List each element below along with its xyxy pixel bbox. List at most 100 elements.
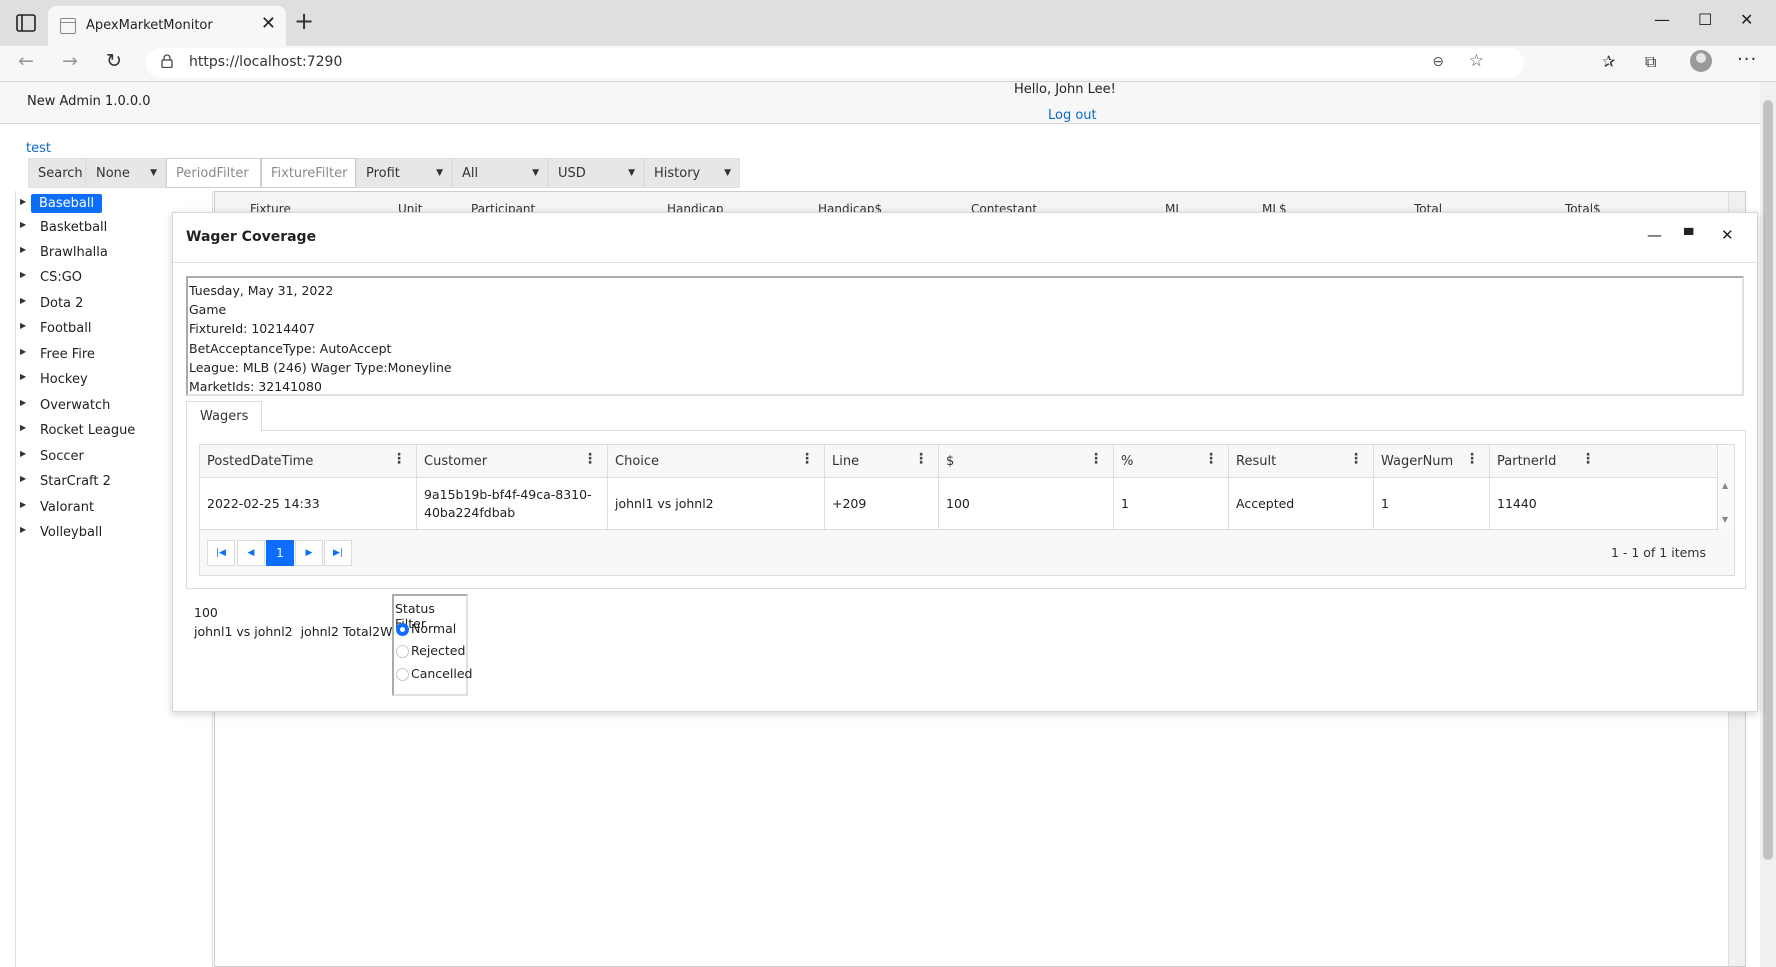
lock-icon[interactable] bbox=[161, 54, 173, 68]
caret-right-icon[interactable]: ▶ bbox=[20, 500, 26, 509]
forward-icon[interactable]: → bbox=[62, 50, 78, 72]
info-line: Tuesday, May 31, 2022 bbox=[189, 283, 334, 298]
logout-link[interactable]: Log out bbox=[1048, 108, 1097, 123]
column-header-result[interactable]: Result ⋮ bbox=[1229, 445, 1374, 478]
tree-item-dota-2[interactable]: ▶ Dota 2 bbox=[16, 293, 196, 315]
tab-actions-icon[interactable] bbox=[16, 14, 36, 32]
fixture-filter-input[interactable]: FixtureFilter bbox=[261, 158, 356, 188]
cell-wagernum: 1 bbox=[1374, 478, 1490, 530]
next-page-icon[interactable]: ▶ bbox=[295, 540, 323, 566]
wagers-grid-scrollbar[interactable]: ▲ ▼ bbox=[1717, 445, 1734, 530]
maximize-icon[interactable]: ▀ bbox=[1684, 228, 1693, 242]
tree-item-overwatch[interactable]: ▶ Overwatch bbox=[16, 395, 196, 417]
column-menu-icon[interactable]: ⋮ bbox=[1349, 452, 1363, 466]
all-dropdown[interactable]: All ▼ bbox=[452, 158, 548, 188]
scroll-up-icon[interactable]: ▲ bbox=[1722, 481, 1728, 490]
history-dropdown[interactable]: History ▼ bbox=[644, 158, 740, 188]
favorites-icon[interactable]: ✰ bbox=[1602, 52, 1615, 71]
column-header-posteddatetime[interactable]: PostedDateTime ⋮ bbox=[200, 445, 417, 478]
tree-item-basketball[interactable]: ▶ Basketball bbox=[16, 217, 196, 239]
column-header-choice[interactable]: Choice ⋮ bbox=[608, 445, 825, 478]
caret-right-icon[interactable]: ▶ bbox=[20, 372, 26, 381]
tree-item-hockey[interactable]: ▶ Hockey bbox=[16, 369, 196, 391]
tree-item-free-fire[interactable]: ▶ Free Fire bbox=[16, 344, 196, 366]
search-button[interactable]: Search bbox=[28, 158, 86, 188]
page-scrollbar[interactable] bbox=[1760, 82, 1776, 967]
info-line: MarketIds: 32141080 bbox=[189, 379, 322, 395]
caret-right-icon[interactable]: ▶ bbox=[20, 347, 26, 356]
currency-dropdown[interactable]: USD ▼ bbox=[548, 158, 644, 188]
zoom-icon[interactable]: ⊖ bbox=[1432, 54, 1444, 70]
caret-right-icon[interactable]: ▶ bbox=[20, 423, 26, 432]
tree-item-rocket-league[interactable]: ▶ Rocket League bbox=[16, 420, 196, 442]
tab-wagers[interactable]: Wagers bbox=[186, 401, 263, 432]
tree-item-valorant[interactable]: ▶ Valorant bbox=[16, 497, 196, 519]
tree-item-soccer[interactable]: ▶ Soccer bbox=[16, 446, 196, 468]
column-menu-icon[interactable]: ⋮ bbox=[1204, 452, 1218, 466]
profile-avatar[interactable] bbox=[1690, 50, 1712, 72]
close-tab-icon[interactable]: ✕ bbox=[261, 15, 276, 33]
last-page-icon[interactable]: ▶| bbox=[324, 540, 352, 566]
caret-right-icon[interactable]: ▶ bbox=[20, 220, 26, 229]
column-header-percent[interactable]: % ⋮ bbox=[1114, 445, 1229, 478]
refresh-icon[interactable]: ↻ bbox=[106, 50, 122, 72]
caret-right-icon[interactable]: ▶ bbox=[20, 321, 26, 330]
column-header-wagernum[interactable]: WagerNum ⋮ bbox=[1374, 445, 1490, 478]
test-link[interactable]: test bbox=[26, 141, 51, 156]
page-button[interactable]: 1 bbox=[266, 540, 294, 566]
filter-toolbar: Search None ▼ PeriodFilter FixtureFilter … bbox=[28, 158, 740, 188]
close-window-icon[interactable]: ✕ bbox=[1740, 10, 1753, 29]
close-icon[interactable]: ✕ bbox=[1721, 226, 1734, 244]
none-dropdown[interactable]: None ▼ bbox=[86, 158, 166, 188]
wagers-grid: PostedDateTime ⋮ Customer ⋮ Choice ⋮ Line ⋮ … bbox=[199, 444, 1735, 576]
url-field[interactable]: https://localhost:7290 ⊖ ☆ bbox=[146, 48, 1524, 78]
maximize-window-icon[interactable]: ☐ bbox=[1698, 10, 1712, 29]
tree-item-volleyball[interactable]: ▶ Volleyball bbox=[16, 522, 196, 544]
column-header-line[interactable]: Line ⋮ bbox=[825, 445, 939, 478]
column-menu-icon[interactable]: ⋮ bbox=[1465, 452, 1479, 466]
caret-right-icon[interactable]: ▶ bbox=[20, 398, 26, 407]
column-menu-icon[interactable]: ⋮ bbox=[583, 452, 597, 466]
first-page-icon[interactable]: |◀ bbox=[207, 540, 235, 566]
caret-right-icon[interactable]: ▶ bbox=[20, 245, 26, 254]
caret-right-icon[interactable]: ▶ bbox=[20, 474, 26, 483]
tree-item-label: Baseball bbox=[31, 194, 103, 213]
caret-right-icon[interactable]: ▶ bbox=[20, 449, 26, 458]
favorite-add-icon[interactable]: ☆ bbox=[1469, 51, 1484, 71]
period-filter-input[interactable]: PeriodFilter bbox=[166, 158, 261, 188]
profit-dropdown[interactable]: Profit ▼ bbox=[356, 158, 452, 188]
tree-item-football[interactable]: ▶ Football bbox=[16, 318, 196, 340]
column-header-label: PostedDateTime bbox=[207, 454, 314, 469]
back-icon[interactable]: ← bbox=[18, 50, 34, 72]
column-header-amount[interactable]: $ ⋮ bbox=[939, 445, 1114, 478]
column-menu-icon[interactable]: ⋮ bbox=[1581, 452, 1595, 466]
caret-right-icon[interactable]: ▶ bbox=[20, 197, 26, 206]
scroll-down-icon[interactable]: ▼ bbox=[1722, 515, 1728, 524]
column-menu-icon[interactable]: ⋮ bbox=[800, 452, 814, 466]
tree-item-csgo[interactable]: ▶ CS:GO bbox=[16, 267, 196, 289]
more-menu-icon[interactable]: ··· bbox=[1737, 49, 1757, 70]
caret-right-icon[interactable]: ▶ bbox=[20, 270, 26, 279]
column-menu-icon[interactable]: ⋮ bbox=[1089, 452, 1103, 466]
tree-item-baseball[interactable]: ▶ Baseball bbox=[16, 194, 196, 216]
browser-tab[interactable]: ApexMarketMonitor ✕ bbox=[48, 6, 286, 46]
new-tab-icon[interactable]: + bbox=[294, 9, 314, 33]
prev-page-icon[interactable]: ◀ bbox=[237, 540, 265, 566]
tree-item-brawlhalla[interactable]: ▶ Brawlhalla bbox=[16, 242, 196, 264]
column-menu-icon[interactable]: ⋮ bbox=[914, 452, 928, 466]
minimize-icon[interactable]: — bbox=[1647, 226, 1662, 244]
info-line: BetAcceptanceType: AutoAccept bbox=[189, 340, 392, 356]
tree-item-starcraft-2[interactable]: ▶ StarCraft 2 bbox=[16, 471, 196, 493]
minimize-window-icon[interactable]: — bbox=[1654, 10, 1670, 29]
radio-unchecked-icon[interactable] bbox=[396, 645, 409, 658]
caret-right-icon[interactable]: ▶ bbox=[20, 525, 26, 534]
column-menu-icon[interactable]: ⋮ bbox=[392, 452, 406, 466]
table-row[interactable]: 2022-02-25 14:33 9a15b19b-bf4f-49ca-8310… bbox=[200, 478, 1718, 530]
column-header-partnerid[interactable]: PartnerId ⋮ bbox=[1490, 445, 1718, 478]
collections-icon[interactable]: ⧉ bbox=[1645, 52, 1656, 72]
page-scrollbar-thumb[interactable] bbox=[1763, 100, 1773, 860]
radio-unchecked-icon[interactable] bbox=[396, 668, 409, 681]
caret-right-icon[interactable]: ▶ bbox=[20, 296, 26, 305]
radio-checked-icon[interactable] bbox=[396, 623, 409, 636]
column-header-customer[interactable]: Customer ⋮ bbox=[417, 445, 608, 478]
